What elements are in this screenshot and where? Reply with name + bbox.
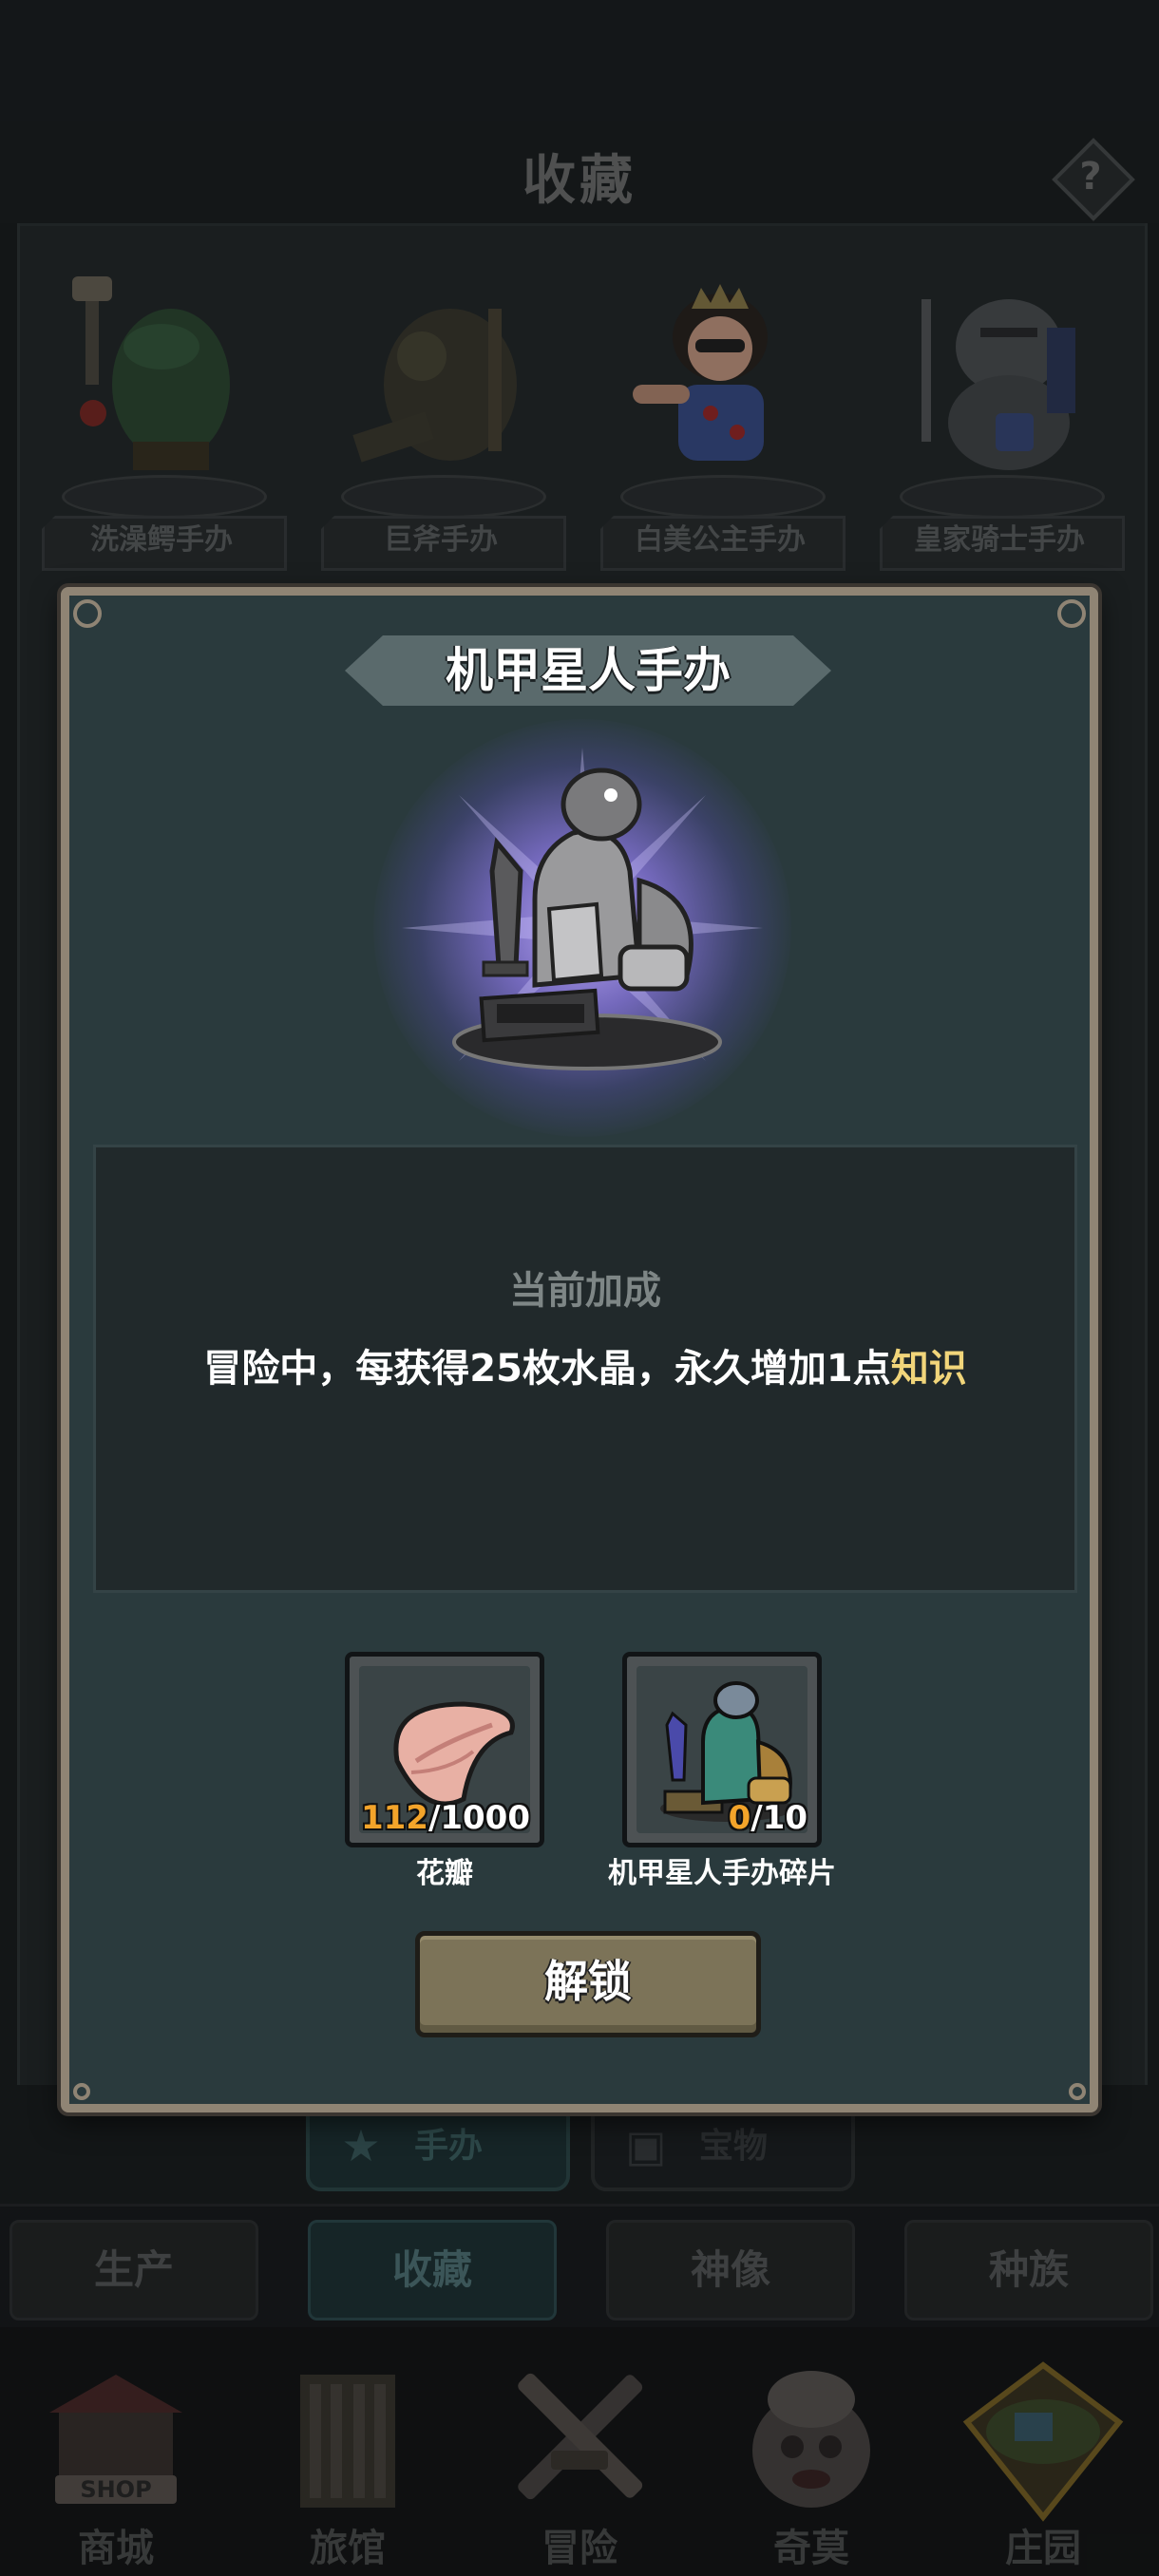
bonus-stat-highlight: 知识: [890, 1347, 967, 1391]
mech-alien-figure-icon: [402, 748, 763, 1070]
material-name: 机甲星人手办碎片: [608, 1857, 836, 1890]
material-need: /1000: [428, 1799, 530, 1837]
corner-ornament: [1069, 2083, 1086, 2100]
bonus-title: 当前加成: [509, 1269, 661, 1313]
material-have: 0: [728, 1799, 751, 1837]
material-need: /10: [750, 1799, 808, 1837]
material-name: 花瓣: [416, 1857, 473, 1890]
unlock-button[interactable]: 解锁: [415, 1931, 761, 2037]
material-slot-fragment[interactable]: 0/10: [622, 1652, 822, 1847]
material-slot-petal[interactable]: 112/1000: [345, 1652, 544, 1847]
corner-ornament: [1057, 599, 1086, 628]
corner-ornament: [73, 2083, 90, 2100]
material-count: 0/10: [729, 1799, 808, 1837]
unlock-button-label: 解锁: [544, 1956, 632, 2007]
bonus-description-text: 冒险中，每获得25枚水晶，永久增加1点: [203, 1347, 891, 1391]
bonus-description: 冒险中，每获得25枚水晶，永久增加1点知识: [96, 1337, 1074, 1392]
dialog-title: 机甲星人手办: [446, 643, 731, 698]
bonus-panel: 当前加成 冒险中，每获得25枚水晶，永久增加1点知识: [93, 1145, 1077, 1593]
material-count: 112/1000: [361, 1799, 530, 1837]
unlock-dialog: 机甲星人手办 当前加成 冒险中，每获得25枚水晶，永久增加1点知识 112/10…: [61, 587, 1098, 2112]
corner-ornament: [73, 599, 102, 628]
material-have: 112: [360, 1799, 428, 1837]
